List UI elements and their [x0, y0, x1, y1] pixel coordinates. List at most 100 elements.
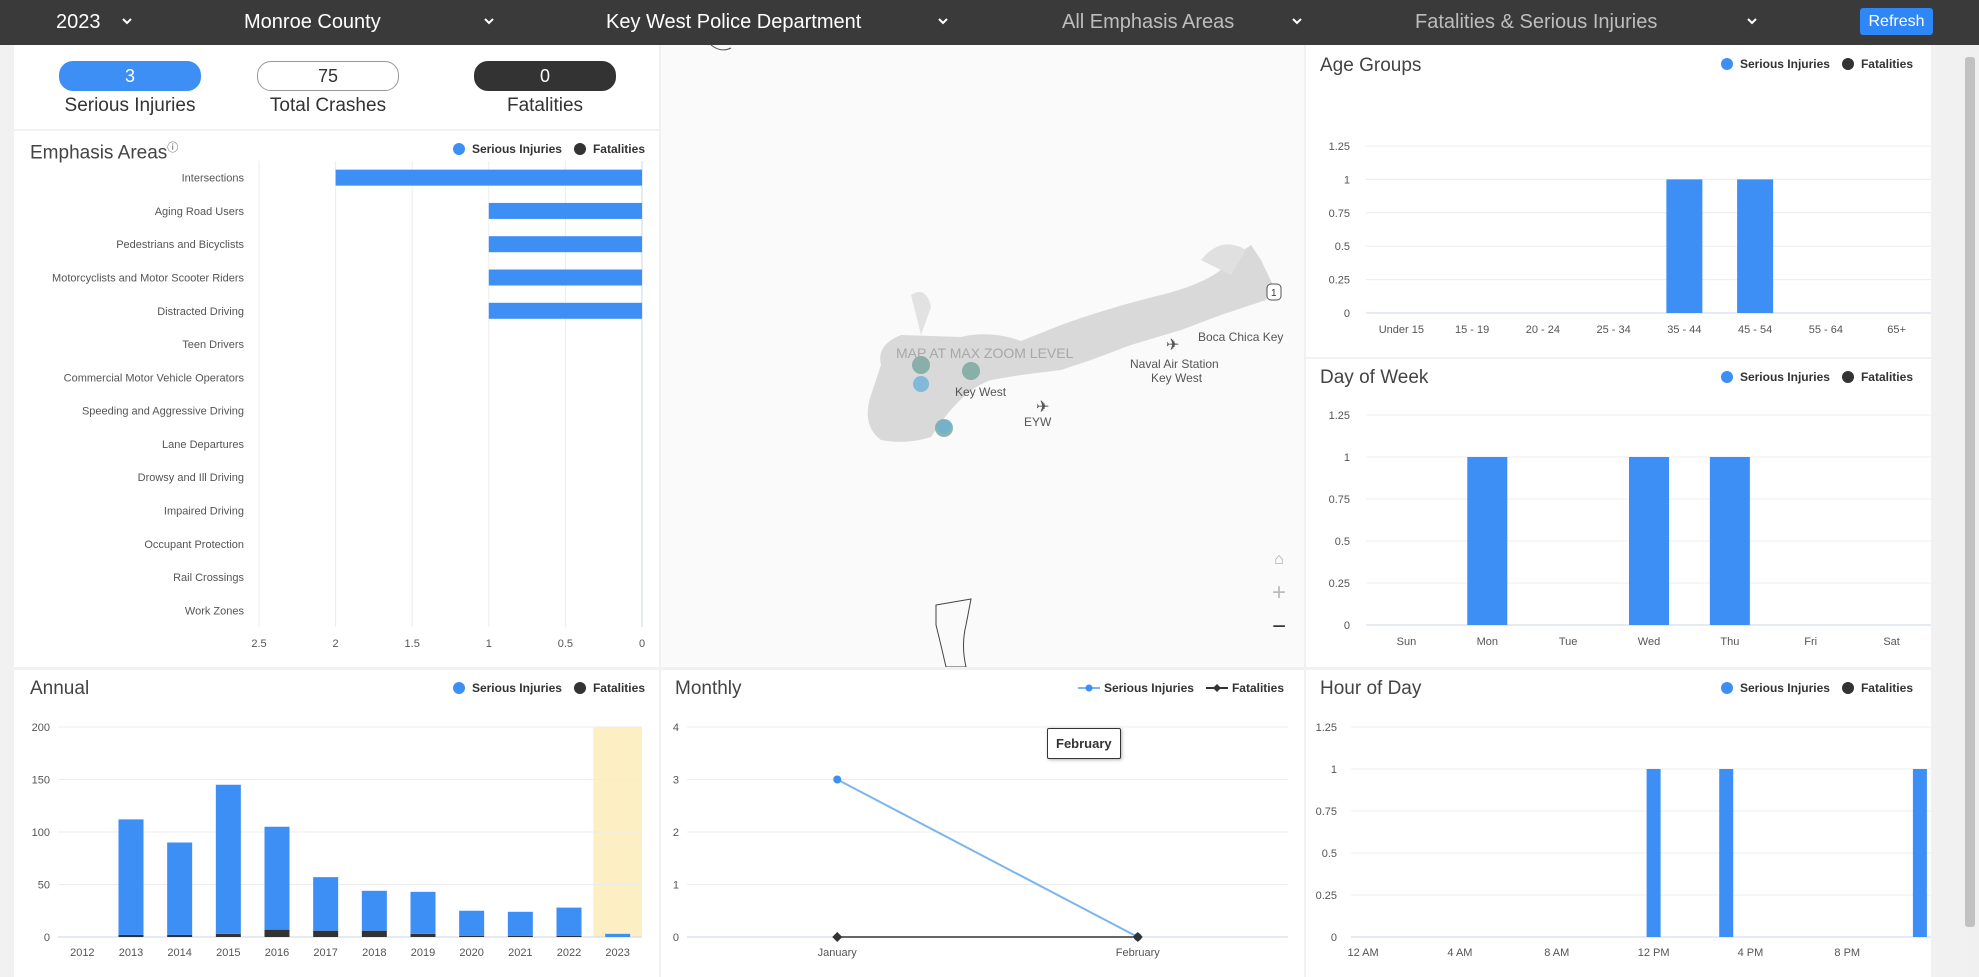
crash-heat-point[interactable]	[913, 376, 929, 392]
y-tick-label: 2	[673, 827, 679, 839]
category-label: Speeding and Aggressive Driving	[82, 406, 244, 418]
y-tick-label: 0	[1331, 932, 1337, 944]
chevron-down-icon	[122, 18, 132, 25]
map-panel[interactable]: MAP AT MAX ZOOM LEVEL Key West EYW Naval…	[661, 45, 1304, 667]
x-tick-label: Wed	[1638, 636, 1660, 648]
chart-tooltip: February	[1047, 728, 1121, 759]
zoom-in-button[interactable]: +	[1265, 579, 1293, 613]
route-label: 1	[1271, 288, 1277, 299]
y-tick-label: 1	[1331, 764, 1337, 776]
x-tick-label: 2012	[70, 947, 94, 959]
florida-extent-icon[interactable]: ⌂	[1265, 551, 1293, 579]
x-tick-label: 2015	[216, 947, 240, 959]
y-tick-label: 0.75	[1316, 806, 1337, 818]
refresh-button[interactable]: Refresh	[1860, 8, 1933, 35]
bar-fatalities	[459, 935, 485, 937]
age-groups-chart: 0 0.25 0.5 0.75 1 1.25 Under 15 15 - 19 20 - 24 2…	[1329, 141, 1931, 336]
bar-fatalities	[167, 934, 193, 937]
crash-heat-point[interactable]	[937, 420, 951, 434]
y-tick-label: 1.25	[1329, 410, 1350, 422]
x-tick-label: February	[1116, 947, 1161, 959]
hour-of-day-chart: 0 0.25 0.5 0.75 1 1.25 12 AM 4 AM 8 AM 12 PM 4 PM 8…	[1316, 722, 1931, 959]
bar-fatalities	[507, 935, 533, 937]
bar-serious-injuries	[1719, 769, 1734, 937]
point-fatalities	[1132, 932, 1143, 942]
x-tick-label: 2022	[557, 947, 581, 959]
x-tick-label: 8 AM	[1544, 947, 1569, 959]
x-tick-label: 25 - 34	[1597, 324, 1631, 336]
island-shape	[911, 291, 931, 335]
category-label: Teen Drivers	[182, 339, 244, 351]
bar-serious-injuries	[313, 877, 339, 931]
page-scrollbar[interactable]	[1961, 45, 1979, 977]
x-tick-label: 2019	[411, 947, 435, 959]
year-dropdown[interactable]: 2023	[56, 0, 136, 45]
bar-fatalities	[264, 929, 290, 937]
bar-serious-injuries	[1467, 457, 1508, 625]
bar-fatalities	[361, 930, 387, 937]
y-tick-label: 1	[1344, 452, 1350, 464]
emphasis-dropdown[interactable]: All Emphasis Areas	[1062, 0, 1312, 45]
category-label: Pedestrians and Bicyclists	[116, 239, 244, 251]
y-tick-label: 1	[673, 880, 679, 892]
y-tick-label: 0.75	[1329, 208, 1350, 220]
map-label-key-west: Key West	[955, 385, 1007, 399]
bar-serious-injuries	[507, 911, 533, 936]
y-tick-label: 0.5	[1335, 241, 1350, 253]
fatalities-count: 0	[474, 61, 616, 91]
map-label-naval: Naval Air Station	[1130, 357, 1219, 371]
map-label-boca: Boca Chica Key	[1198, 330, 1283, 344]
zoom-out-button[interactable]: −	[1265, 613, 1293, 647]
x-tick-label: Under 15	[1379, 324, 1424, 336]
bar-serious-injuries	[488, 302, 642, 319]
y-tick-label: 0.5	[1322, 848, 1337, 860]
bar-serious-injuries	[410, 891, 436, 934]
x-tick-label: 35 - 44	[1667, 324, 1701, 336]
category-label: Drowsy and Ill Driving	[138, 472, 244, 484]
serious-injuries-label: Serious Injuries	[64, 95, 196, 116]
x-tick-label: Sat	[1883, 636, 1900, 648]
x-tick-label: Fri	[1804, 636, 1817, 648]
crash-map[interactable]: MAP AT MAX ZOOM LEVEL Key West EYW Naval…	[661, 45, 1304, 667]
x-tick-label: 12 AM	[1348, 947, 1379, 959]
y-tick-label: 0.5	[1335, 536, 1350, 548]
bar-serious-injuries	[361, 890, 387, 931]
y-tick-label: 1.25	[1316, 722, 1337, 734]
y-tick-label: 0.25	[1329, 275, 1350, 287]
county-dropdown[interactable]: Monroe County	[244, 0, 504, 45]
y-tick-label: 0	[44, 932, 50, 944]
agency-dropdown[interactable]: Key West Police Department	[606, 0, 956, 45]
y-tick-label: 0.75	[1329, 494, 1350, 506]
bar-fatalities	[118, 934, 144, 937]
fatalities-summary: 0 Fatalities	[455, 61, 635, 117]
x-tick-label: 1	[486, 638, 492, 650]
total-crashes-count: 75	[257, 61, 399, 91]
x-tick-label: 15 - 19	[1455, 324, 1489, 336]
x-tick-label: 0.5	[558, 638, 573, 650]
line-serious-injuries	[836, 778, 1139, 938]
y-tick-label: 0	[1344, 620, 1350, 632]
bar-serious-injuries	[605, 933, 631, 937]
summary-panel: 3 Serious Injuries 75 Total Crashes 0 Fa…	[14, 45, 659, 129]
total-crashes-label: Total Crashes	[269, 95, 387, 116]
serious-injuries-summary: 3 Serious Injuries	[40, 61, 220, 117]
y-tick-label: 0.25	[1329, 578, 1350, 590]
y-tick-label: 0.25	[1316, 890, 1337, 902]
bar-serious-injuries	[488, 202, 642, 219]
bar-serious-injuries	[335, 169, 642, 186]
serious-injuries-count: 3	[59, 61, 201, 91]
bar-serious-injuries	[488, 236, 642, 253]
y-tick-label: 1.25	[1329, 141, 1350, 153]
chevron-down-icon	[938, 18, 948, 25]
crash-heat-point[interactable]	[962, 362, 980, 380]
agency-value: Key West Police Department	[606, 11, 862, 33]
y-tick-label: 3	[673, 775, 679, 787]
severity-dropdown[interactable]: Fatalities & Serious Injuries	[1415, 0, 1765, 45]
scrollbar-thumb[interactable]	[1965, 57, 1975, 927]
bar-fatalities	[313, 930, 339, 937]
county-value: Monroe County	[244, 11, 381, 33]
bar-serious-injuries	[1912, 769, 1927, 937]
y-tick-label: 50	[38, 880, 50, 892]
x-tick-label: 2017	[313, 947, 337, 959]
emphasis-areas-chart: 2.5 2 1.5 1 0.5 0 Intersections Aging Road User…	[52, 161, 645, 650]
